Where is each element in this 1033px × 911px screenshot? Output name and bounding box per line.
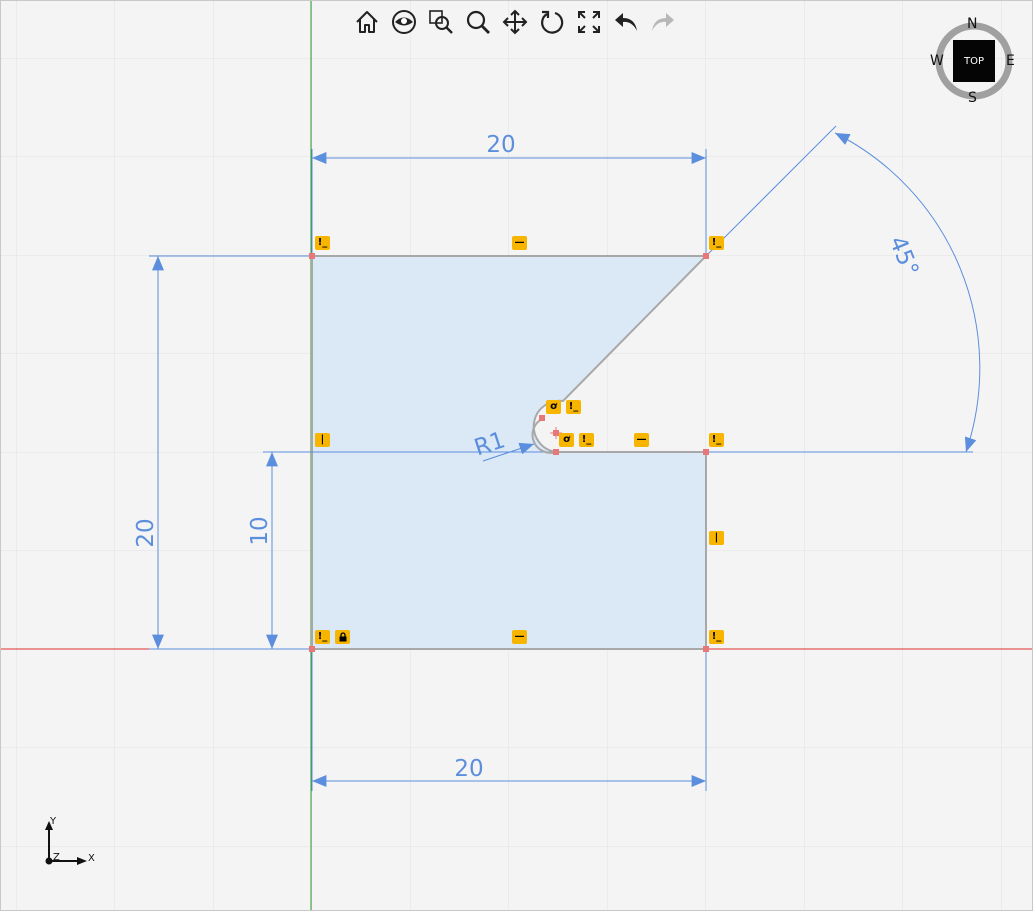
sketch-viewport[interactable]: 20 20 20 10 45° R1 !_ — !_ ơ !_ | ơ !_ —… — [0, 0, 1033, 911]
compass-west[interactable]: W — [930, 53, 944, 69]
compass-south[interactable]: S — [968, 90, 977, 106]
fixed-lock-icon[interactable] — [335, 630, 350, 644]
dimension-label-left-height[interactable]: 20 — [133, 518, 159, 547]
sketch-canvas[interactable]: 20 20 20 10 45° R1 — [1, 1, 1032, 910]
coincident-constraint-icon[interactable]: !_ — [315, 630, 330, 644]
vertical-constraint-icon[interactable]: | — [315, 433, 330, 447]
horizontal-constraint-icon[interactable]: — — [634, 433, 649, 447]
vertex[interactable] — [703, 253, 709, 259]
undo-icon — [614, 13, 637, 31]
coincident-constraint-icon[interactable]: !_ — [315, 236, 330, 250]
compass-north[interactable]: N — [967, 16, 977, 32]
redo-button[interactable] — [645, 5, 680, 39]
vertical-constraint-icon[interactable]: | — [709, 531, 724, 545]
rotate-button[interactable] — [534, 5, 569, 39]
view-button[interactable] — [386, 5, 421, 39]
axis-triad: Y X Z — [45, 816, 95, 865]
redo-icon — [651, 13, 674, 31]
axis-triad-y-label: Y — [49, 816, 57, 827]
dimension-label-inner-height[interactable]: 10 — [247, 516, 273, 545]
axis-triad-x-label: X — [88, 853, 95, 864]
move-arrows-icon — [502, 9, 527, 35]
horizontal-constraint-icon[interactable]: — — [512, 630, 527, 644]
vertex[interactable] — [703, 449, 709, 455]
coincident-constraint-icon[interactable]: !_ — [579, 433, 594, 447]
vertex[interactable] — [553, 449, 559, 455]
vertex[interactable] — [539, 415, 545, 421]
view-toolbar — [349, 5, 680, 39]
tangent-constraint-icon[interactable]: ơ — [546, 400, 561, 414]
dimension-label-bottom-width[interactable]: 20 — [454, 756, 483, 782]
cube-face-top[interactable]: TOP — [953, 40, 995, 82]
coincident-constraint-icon[interactable]: !_ — [709, 630, 724, 644]
view-cube[interactable]: N S E W TOP — [927, 15, 1021, 109]
vertex[interactable] — [309, 646, 315, 652]
vertex[interactable] — [703, 646, 709, 652]
vertex[interactable] — [309, 253, 315, 259]
eye-icon — [391, 10, 416, 34]
coincident-constraint-icon[interactable]: !_ — [709, 236, 724, 250]
coincident-constraint-icon[interactable]: !_ — [566, 400, 581, 414]
magnifier-icon — [466, 10, 490, 34]
coincident-constraint-icon[interactable]: !_ — [709, 433, 724, 447]
dimension-label-top-width[interactable]: 20 — [486, 132, 515, 158]
horizontal-constraint-icon[interactable]: — — [512, 236, 527, 250]
home-button[interactable] — [349, 5, 384, 39]
pan-button[interactable] — [497, 5, 532, 39]
rotate-icon — [540, 10, 563, 34]
zoom-button[interactable] — [460, 5, 495, 39]
home-icon — [355, 11, 378, 33]
undo-button[interactable] — [608, 5, 643, 39]
compass-east[interactable]: E — [1006, 53, 1015, 69]
axis-triad-z-label: Z — [53, 852, 60, 863]
zoom-window-button[interactable] — [423, 5, 458, 39]
tangent-constraint-icon[interactable]: ơ — [559, 433, 574, 447]
fit-button[interactable] — [571, 5, 606, 39]
zoom-window-icon — [428, 10, 453, 34]
fit-to-screen-icon — [577, 11, 600, 33]
